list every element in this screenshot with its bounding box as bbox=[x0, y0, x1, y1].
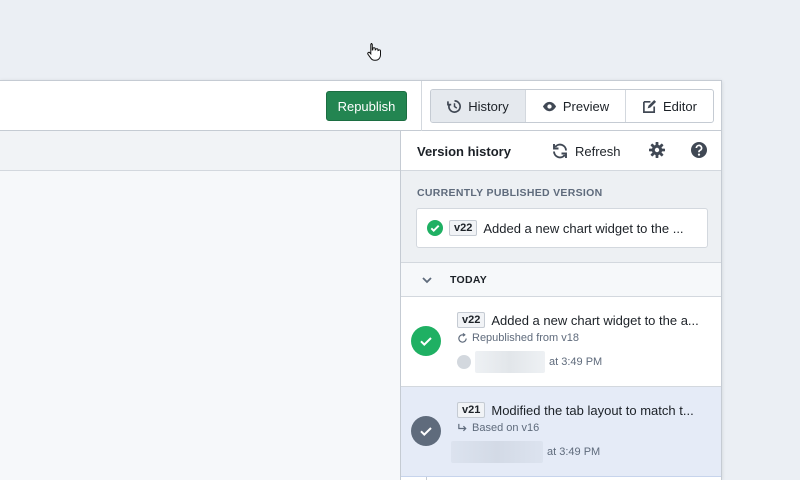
check-icon bbox=[420, 427, 432, 437]
canvas-header bbox=[0, 131, 400, 171]
version-time: at 3:49 PM bbox=[549, 356, 603, 368]
version-node bbox=[411, 416, 441, 446]
version-tag: v22 bbox=[449, 220, 478, 236]
version-tag: v21 bbox=[457, 402, 486, 418]
version-entry-v22[interactable]: v22 Added a new chart widget to the a...… bbox=[401, 297, 721, 387]
version-title: Modified the tab layout to match t... bbox=[491, 402, 694, 418]
gear-icon[interactable] bbox=[648, 141, 666, 159]
refresh-button[interactable]: Refresh bbox=[551, 139, 621, 163]
author-name-redacted bbox=[475, 351, 545, 373]
version-history-panel: Version history Refresh CURRENTLY PUBLIS… bbox=[400, 131, 721, 480]
branch-arrow-icon bbox=[458, 423, 467, 431]
panel-header: Version history Refresh bbox=[401, 131, 721, 171]
published-section: CURRENTLY PUBLISHED VERSION v22 Added a … bbox=[401, 171, 721, 263]
help-icon[interactable] bbox=[690, 141, 708, 159]
check-icon bbox=[420, 337, 432, 347]
panel-title: Version history bbox=[417, 144, 511, 159]
author-name-redacted bbox=[451, 441, 543, 463]
version-subtitle: Republished from v18 bbox=[472, 332, 580, 344]
republish-icon bbox=[458, 332, 467, 343]
preview-view-label: Preview bbox=[562, 98, 610, 114]
editor-view-label: Editor bbox=[663, 98, 697, 114]
history-view-button[interactable]: History bbox=[431, 90, 526, 122]
refresh-icon bbox=[553, 143, 567, 159]
republish-button[interactable]: Republish bbox=[326, 91, 407, 121]
view-switcher: History Preview Editor bbox=[430, 89, 714, 123]
history-icon bbox=[447, 99, 462, 113]
edit-icon bbox=[643, 99, 657, 113]
eye-icon bbox=[542, 101, 556, 111]
chevron-down-icon bbox=[422, 277, 432, 284]
group-header-today[interactable]: TODAY bbox=[401, 263, 721, 297]
version-tag: v22 bbox=[457, 312, 486, 328]
group-label: TODAY bbox=[450, 274, 488, 286]
avatar bbox=[457, 355, 471, 369]
toolbar: Republish History Preview Editor bbox=[0, 81, 721, 131]
published-node bbox=[411, 326, 441, 356]
preview-view-button[interactable]: Preview bbox=[526, 90, 626, 122]
check-circle-icon bbox=[427, 220, 443, 236]
refresh-label: Refresh bbox=[575, 143, 621, 159]
version-entry-v21[interactable]: v21 Modified the tab layout to match t..… bbox=[401, 387, 721, 477]
version-subtitle: Based on v16 bbox=[472, 422, 540, 434]
editor-view-button[interactable]: Editor bbox=[626, 90, 713, 122]
published-section-label: CURRENTLY PUBLISHED VERSION bbox=[417, 187, 603, 199]
published-version-title: Added a new chart widget to the ... bbox=[483, 220, 684, 236]
toolbar-divider bbox=[421, 81, 422, 131]
published-version-card[interactable]: v22 Added a new chart widget to the ... bbox=[416, 208, 708, 248]
history-view-label: History bbox=[468, 98, 509, 114]
version-time: at 3:49 PM bbox=[547, 446, 601, 458]
version-title: Added a new chart widget to the a... bbox=[491, 312, 699, 328]
canvas-area bbox=[0, 171, 400, 480]
app-window: Republish History Preview Editor Version… bbox=[0, 80, 722, 480]
hand-cursor-icon bbox=[367, 43, 381, 61]
